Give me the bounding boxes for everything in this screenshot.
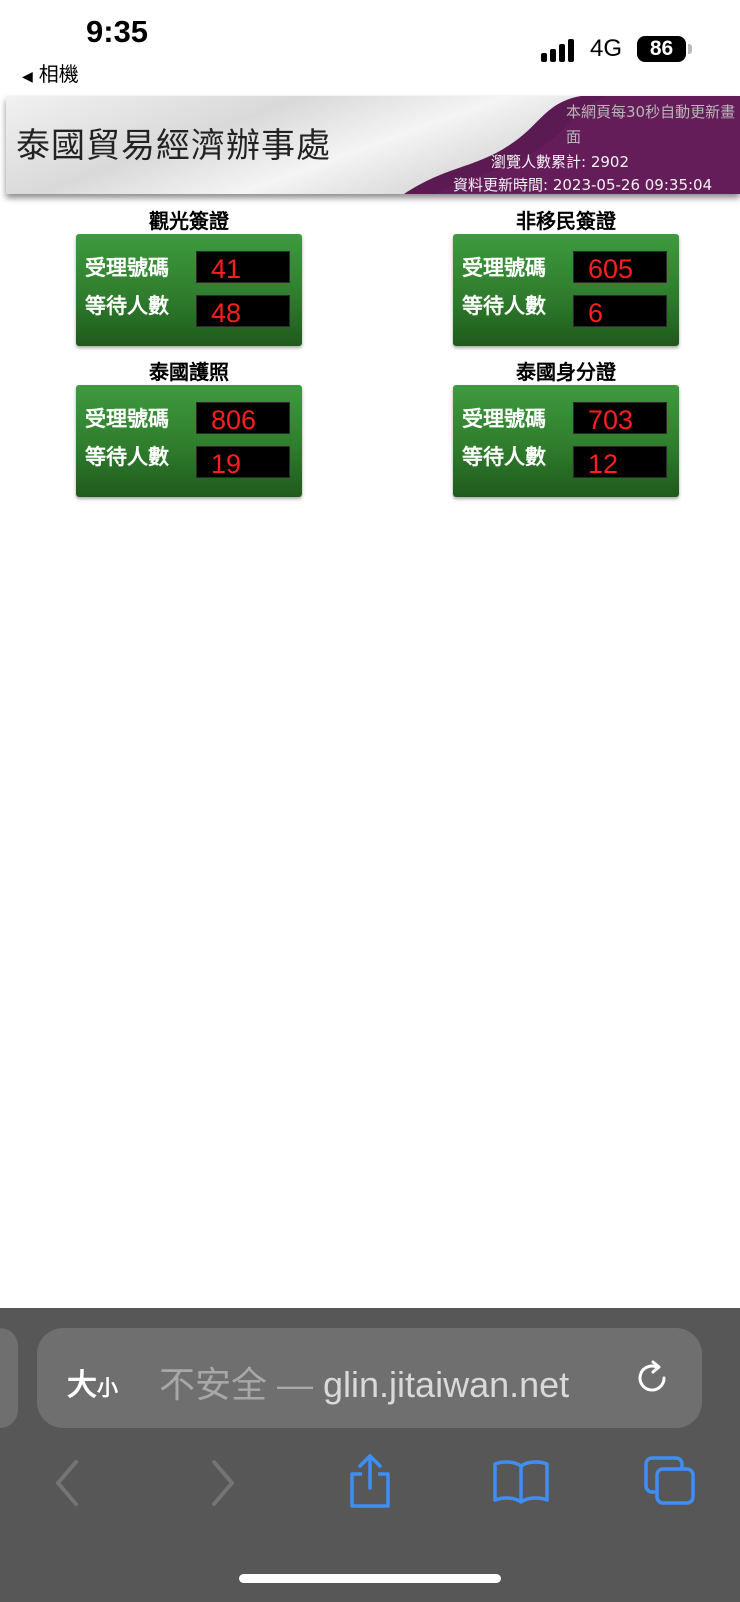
back-chevron-icon[interactable]: [52, 1458, 82, 1508]
tabs-icon[interactable]: [642, 1454, 698, 1508]
serving-number-display: 41: [196, 251, 290, 284]
serving-number-display: 703: [573, 402, 667, 435]
serving-number-display: 806: [196, 402, 290, 435]
share-icon[interactable]: [347, 1452, 393, 1510]
back-triangle-icon: ◀: [22, 69, 33, 85]
text-size-button[interactable]: 大小: [67, 1360, 118, 1404]
data-update-time: 資料更新時間: 2023-05-26 09:35:04: [453, 176, 713, 194]
waiting-count-display: 19: [196, 446, 290, 479]
office-title: 泰國貿易經濟辦事處: [16, 126, 331, 166]
text-size-small-label: 小: [97, 1376, 118, 1400]
bookmarks-icon[interactable]: [492, 1458, 550, 1506]
back-to-app-link[interactable]: ◀ 相機: [22, 58, 79, 87]
waiting-count-display: 12: [573, 446, 667, 479]
previous-tab-preview[interactable]: [0, 1328, 18, 1428]
waiting-count-label: 等待人數: [85, 445, 169, 469]
visitor-count: 瀏覽人數累計: 2902: [491, 153, 629, 171]
cellular-signal-icon: [541, 38, 581, 62]
panel-title-thai-passport: 泰國護照: [149, 360, 229, 384]
home-indicator[interactable]: [239, 1574, 501, 1583]
forward-chevron-icon[interactable]: [208, 1458, 238, 1508]
status-time: 9:35: [86, 14, 149, 49]
office-banner: 泰國貿易經濟辦事處 本網頁每30秒自動更新畫面 瀏覽人數累計: 2902 資料更…: [6, 96, 740, 194]
back-app-label: 相機: [38, 62, 79, 86]
waiting-count-label: 等待人數: [85, 294, 169, 318]
waiting-count-label: 等待人數: [462, 294, 546, 318]
waiting-count-display: 48: [196, 295, 290, 328]
browser-toolbar: 大小 不安全 — glin.jitaiwan.net: [0, 1308, 740, 1602]
serving-number-label: 受理號碼: [85, 256, 169, 280]
panel-title-non-immigrant-visa: 非移民簽證: [516, 209, 616, 233]
insecure-label: 不安全 —: [159, 1364, 324, 1405]
panel-title-tourist-visa: 觀光簽證: [149, 209, 229, 233]
queue-panel-non-immigrant-visa: 受理號碼 605 等待人數 6: [453, 234, 679, 346]
panel-title-thai-id-card: 泰國身分證: [516, 360, 616, 384]
serving-number-display: 605: [573, 251, 667, 284]
address-bar[interactable]: 大小 不安全 — glin.jitaiwan.net: [37, 1328, 702, 1428]
waiting-count-label: 等待人數: [462, 445, 546, 469]
url-display[interactable]: 不安全 — glin.jitaiwan.net: [159, 1356, 569, 1408]
network-type: 4G: [590, 35, 623, 62]
waiting-count-display: 6: [573, 295, 667, 328]
queue-panel-tourist-visa: 受理號碼 41 等待人數 48: [76, 234, 302, 346]
url-domain: glin.jitaiwan.net: [323, 1364, 570, 1405]
serving-number-label: 受理號碼: [85, 407, 169, 431]
text-size-big-label: 大: [67, 1368, 97, 1403]
battery-tip: [688, 44, 692, 54]
reload-icon[interactable]: [632, 1358, 672, 1398]
serving-number-label: 受理號碼: [462, 256, 546, 280]
serving-number-label: 受理號碼: [462, 407, 546, 431]
auto-refresh-note: 本網頁每30秒自動更新畫面: [566, 103, 736, 146]
queue-panel-thai-passport: 受理號碼 806 等待人數 19: [76, 385, 302, 497]
status-bar: 9:35 ◀ 相機 4G 86: [0, 0, 740, 92]
battery-icon: 86: [637, 36, 686, 62]
queue-panel-thai-id-card: 受理號碼 703 等待人數 12: [453, 385, 679, 497]
